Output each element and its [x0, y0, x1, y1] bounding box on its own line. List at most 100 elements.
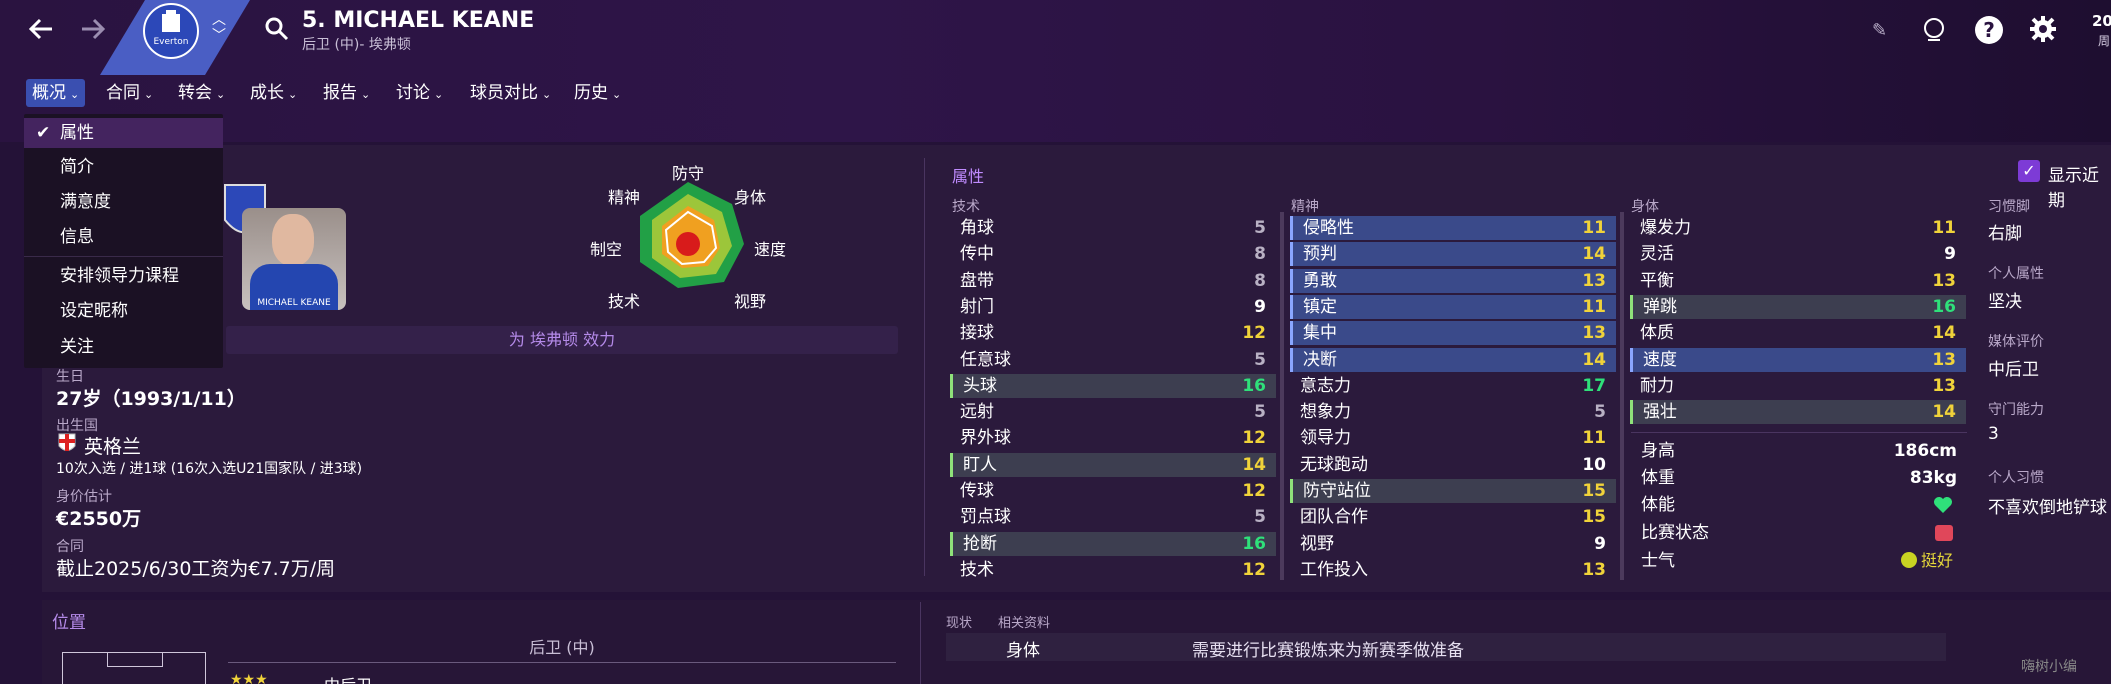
menu-item-leadership[interactable]: 安排领导力课程	[24, 261, 223, 291]
attribute-value: 5	[1254, 218, 1266, 238]
attribute-row[interactable]: 爆发力 11	[1630, 216, 1966, 240]
player-switcher[interactable]: ︿ ﹀	[212, 12, 226, 44]
attribute-row[interactable]: 想象力 5	[1290, 400, 1616, 424]
attribute-row[interactable]: 防守站位 15	[1290, 479, 1616, 503]
menu-item-watch[interactable]: 关注	[24, 332, 223, 362]
attribute-row[interactable]: 预判 14	[1290, 242, 1616, 267]
attribute-name: 角球	[960, 218, 994, 238]
value-value: €2550万	[56, 508, 142, 530]
arrow-left-icon	[28, 18, 52, 40]
match-status-icon	[1935, 525, 1953, 541]
tab-related-info[interactable]: 相关资料	[998, 612, 1050, 631]
attribute-row[interactable]: 抢断 16	[950, 531, 1276, 556]
gk-label: 守门能力	[1988, 402, 2044, 418]
attribute-row[interactable]: 强壮 14	[1630, 400, 1966, 425]
attribute-row[interactable]: 团队合作 15	[1290, 505, 1616, 529]
tab-reports[interactable]: 报告 ⌄	[317, 79, 376, 107]
attribute-name: 弹跳	[1643, 296, 1677, 317]
attribute-row[interactable]: 平衡 13	[1630, 269, 1966, 293]
gear-icon[interactable]	[2028, 14, 2058, 48]
plays-for-link[interactable]: 为 埃弗顿 效力	[226, 326, 898, 354]
pencil-icon[interactable]: ✎	[1872, 20, 1887, 41]
role-name: 中后卫	[324, 672, 372, 684]
england-flag-icon	[58, 433, 76, 455]
attribute-value: 17	[1582, 375, 1606, 396]
club-badge[interactable]: Everton	[142, 2, 200, 60]
attribute-name: 射门	[960, 296, 994, 317]
weight-row: 体重 83kg	[1641, 468, 1957, 488]
attribute-name: 意志力	[1300, 375, 1351, 396]
show-recent-label[interactable]: 显示近期	[2048, 161, 2111, 211]
attribute-row[interactable]: 耐力 13	[1630, 374, 1966, 398]
attribute-row[interactable]: 头球 16	[950, 373, 1276, 398]
menu-item-profile[interactable]: 简介	[24, 152, 223, 182]
attribute-row[interactable]: 角球 5	[950, 216, 1276, 240]
tab-transfer[interactable]: 转会 ⌄	[172, 79, 231, 107]
attributes-title: 属性	[952, 167, 985, 186]
birth-value: 27岁（1993/1/11）	[56, 388, 246, 410]
game-icon[interactable]	[1920, 16, 1948, 48]
attribute-name: 团队合作	[1300, 507, 1368, 528]
attribute-row[interactable]: 视野 9	[1290, 532, 1616, 556]
country-value[interactable]: 英格兰	[84, 432, 141, 459]
attribute-row[interactable]: 镇定 11	[1290, 294, 1616, 319]
radar-label-vision: 视野	[734, 292, 767, 311]
help-icon[interactable]: ?	[1975, 16, 2003, 44]
attribute-row[interactable]: 侵略性 11	[1290, 216, 1616, 240]
show-recent-checkbox[interactable]: ✓	[2018, 160, 2040, 182]
tab-contract[interactable]: 合同 ⌄	[100, 79, 159, 107]
attribute-row[interactable]: 技术 12	[950, 558, 1276, 582]
attribute-row[interactable]: 界外球 12	[950, 426, 1276, 450]
attribute-value: 16	[1242, 375, 1266, 396]
attribute-row[interactable]: 无球跑动 10	[1290, 453, 1616, 477]
attribute-row[interactable]: 工作投入 13	[1290, 558, 1616, 582]
chevron-up-icon[interactable]: ︿	[212, 12, 226, 28]
attribute-value: 14	[1932, 323, 1956, 344]
attribute-name: 决断	[1303, 349, 1337, 370]
attribute-value: 5	[1254, 349, 1266, 370]
chevron-down-icon[interactable]: ﹀	[212, 28, 226, 44]
attribute-row[interactable]: 速度 13	[1630, 347, 1966, 372]
attribute-row[interactable]: 意志力 17	[1290, 374, 1616, 398]
tab-discussion[interactable]: 讨论 ⌄	[390, 79, 449, 107]
tab-overview[interactable]: 概况 ⌄	[26, 79, 86, 107]
attribute-row[interactable]: 罚点球 5	[950, 505, 1276, 529]
attribute-row[interactable]: 领导力 11	[1290, 426, 1616, 450]
habit-value: 不喜欢倒地铲球	[1988, 498, 2107, 518]
attribute-row[interactable]: 弹跳 16	[1630, 294, 1966, 319]
attribute-row[interactable]: 传球 12	[950, 479, 1276, 503]
birth-label: 生日	[56, 369, 84, 385]
attribute-name: 预判	[1303, 244, 1337, 265]
attribute-row[interactable]: 盘带 8	[950, 269, 1276, 293]
attribute-row[interactable]: 勇敢 13	[1290, 268, 1616, 293]
forward-button[interactable]	[78, 12, 108, 53]
search-icon[interactable]	[264, 16, 290, 46]
tab-status[interactable]: 现状	[946, 612, 972, 631]
attribute-row[interactable]: 传中 8	[950, 242, 1276, 266]
attribute-row[interactable]: 盯人 14	[950, 452, 1276, 477]
tab-development[interactable]: 成长 ⌄	[244, 79, 303, 107]
attribute-row[interactable]: 集中 13	[1290, 321, 1616, 346]
back-button[interactable]	[26, 12, 56, 53]
attribute-value: 9	[1254, 296, 1266, 317]
attribute-value: 14	[1582, 349, 1606, 370]
menu-item-satisfaction[interactable]: 满意度	[24, 187, 223, 217]
attribute-row[interactable]: 体质 14	[1630, 321, 1966, 345]
tab-compare[interactable]: 球员对比 ⌄	[464, 79, 557, 107]
attribute-name: 速度	[1643, 349, 1677, 370]
attribute-value: 11	[1582, 428, 1606, 449]
attribute-row[interactable]: 远射 5	[950, 400, 1276, 424]
menu-item-info[interactable]: 信息	[24, 222, 223, 252]
attribute-row[interactable]: 接球 12	[950, 321, 1276, 345]
attribute-row[interactable]: 射门 9	[950, 295, 1276, 319]
attribute-value: 12	[1242, 428, 1266, 449]
attribute-row[interactable]: 灵活 9	[1630, 242, 1966, 266]
attribute-value: 11	[1932, 218, 1956, 238]
menu-item-nickname[interactable]: 设定昵称	[24, 296, 223, 326]
attribute-name: 接球	[960, 323, 994, 344]
menu-item-attributes[interactable]: ✔ 属性	[24, 118, 223, 148]
media-label: 媒体评价	[1988, 334, 2044, 350]
attribute-row[interactable]: 任意球 5	[950, 348, 1276, 372]
tab-history[interactable]: 历史 ⌄	[568, 79, 627, 107]
attribute-row[interactable]: 决断 14	[1290, 347, 1616, 372]
